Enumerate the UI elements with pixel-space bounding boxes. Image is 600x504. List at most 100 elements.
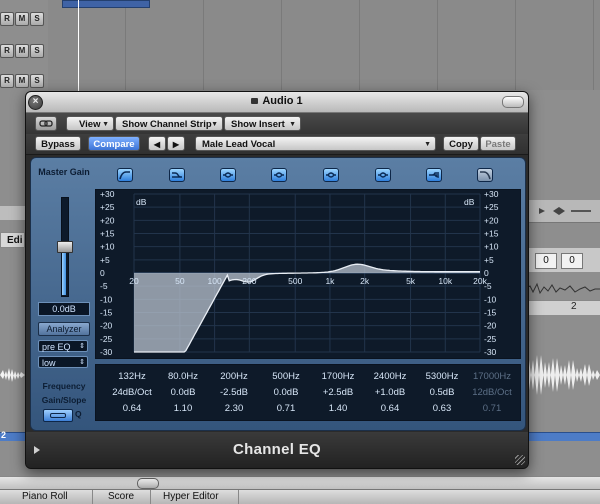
- band-1-toggle[interactable]: [117, 168, 133, 182]
- band-1-q-value[interactable]: 0.64: [108, 403, 156, 414]
- toolbar-toggle-button[interactable]: [502, 96, 524, 108]
- solo-button[interactable]: S: [30, 74, 44, 88]
- band-8-toggle[interactable]: [477, 168, 493, 182]
- show-channel-strip-menu[interactable]: Show Channel Strip ▼: [115, 116, 223, 131]
- freq-tick-label: 200: [242, 276, 256, 286]
- audio-region[interactable]: [62, 0, 150, 8]
- solo-button[interactable]: S: [30, 12, 44, 26]
- record-button[interactable]: R: [0, 44, 14, 58]
- track-header: R M S: [0, 12, 48, 30]
- band-2-gain-value[interactable]: 0.0dB: [159, 387, 207, 398]
- band-3-toggle[interactable]: [220, 168, 236, 182]
- scrollbar-thumb[interactable]: [137, 478, 159, 489]
- band-6-freq-value[interactable]: 2400Hz: [366, 371, 414, 382]
- q-couple-button[interactable]: [43, 409, 73, 422]
- resize-handle-icon[interactable]: [515, 455, 525, 465]
- edit-menu[interactable]: Edi: [0, 232, 25, 248]
- horizontal-scrollbar[interactable]: [0, 476, 600, 490]
- dropdown-arrow-icon: ▼: [289, 121, 296, 128]
- frequency-row-label: Frequency: [42, 381, 86, 391]
- band-7-freq-value[interactable]: 5300Hz: [418, 371, 466, 382]
- db-tick-label: -30: [100, 347, 113, 357]
- editor-tool-icons[interactable]: [525, 200, 600, 222]
- counter-field[interactable]: 0: [561, 253, 583, 269]
- editor-tabs: Piano Roll Score Hyper Editor: [0, 489, 600, 504]
- eq-graph-canvas[interactable]: +30+25+20+15+10+50-5-10-15-20-25-30 +30+…: [96, 190, 520, 358]
- playhead-line[interactable]: [78, 0, 79, 92]
- counter-field[interactable]: 0: [535, 253, 557, 269]
- band-4-q-value[interactable]: 0.71: [262, 403, 310, 414]
- band-3-q-value[interactable]: 2.30: [210, 403, 258, 414]
- db-tick-label: +5: [484, 255, 494, 265]
- view-menu[interactable]: View ▼: [66, 116, 114, 131]
- tab-hyper-editor[interactable]: Hyper Editor: [163, 491, 219, 503]
- record-button[interactable]: R: [0, 74, 14, 88]
- db-tick-label: -10: [484, 294, 497, 304]
- bypass-button[interactable]: Bypass: [35, 136, 81, 151]
- analyzer-mode-select[interactable]: pre EQ ⇕: [38, 340, 88, 352]
- bell-icon: [274, 172, 284, 178]
- link-icon: [39, 120, 53, 127]
- analyzer-button[interactable]: Analyzer: [38, 322, 90, 336]
- band-4-toggle[interactable]: [271, 168, 287, 182]
- previous-preset-button[interactable]: ◀: [148, 136, 166, 151]
- mute-button[interactable]: M: [15, 12, 29, 26]
- band-2-q-value[interactable]: 1.10: [159, 403, 207, 414]
- show-insert-menu[interactable]: Show Insert ▼: [224, 116, 301, 131]
- bell-icon: [326, 172, 336, 178]
- db-tick-label: -25: [100, 334, 113, 344]
- db-tick-label: -15: [100, 308, 113, 318]
- band-7-gain-value[interactable]: 0.5dB: [418, 387, 466, 398]
- band-7-toggle[interactable]: [426, 168, 442, 182]
- band-6-toggle[interactable]: [375, 168, 391, 182]
- record-button[interactable]: R: [0, 12, 14, 26]
- band-3-freq-value[interactable]: 200Hz: [210, 371, 258, 382]
- band-2-freq-value[interactable]: 80.0Hz: [159, 371, 207, 382]
- db-tick-label: +5: [100, 255, 110, 265]
- bar-number: 2: [1, 430, 7, 440]
- band-1-freq-value[interactable]: 132Hz: [108, 371, 156, 382]
- band-8-q-value[interactable]: 0.71: [468, 403, 516, 414]
- band-4-gain-value[interactable]: 0.0dB: [262, 387, 310, 398]
- master-gain-value[interactable]: 0.0dB: [38, 302, 90, 316]
- freq-tick-label: 2k: [360, 276, 370, 286]
- band-8-gain-value[interactable]: 12dB/Oct: [468, 387, 516, 398]
- band-2-toggle[interactable]: [169, 168, 185, 182]
- copy-button[interactable]: Copy: [443, 136, 479, 151]
- mute-button[interactable]: M: [15, 74, 29, 88]
- mute-button[interactable]: M: [15, 44, 29, 58]
- db-tick-label: -20: [100, 321, 113, 331]
- band-4-freq-value[interactable]: 500Hz: [262, 371, 310, 382]
- view-label: View: [79, 119, 101, 130]
- band-6-q-value[interactable]: 0.64: [366, 403, 414, 414]
- band-3-gain-value[interactable]: -2.5dB: [210, 387, 258, 398]
- master-gain-fader-handle[interactable]: [57, 241, 73, 253]
- db-tick-label: +25: [484, 202, 499, 212]
- eq-graph[interactable]: +30 +25 +20 +15 +10 +5 0 -5 -10 -15 -20 -25 -30 +30 +…: [95, 189, 521, 359]
- db-tick-label: -10: [100, 294, 113, 304]
- window-titlebar[interactable]: × Audio 1: [26, 92, 528, 113]
- next-preset-button[interactable]: ▶: [167, 136, 185, 151]
- tab-piano-roll[interactable]: Piano Roll: [22, 491, 68, 503]
- db-tick-label: 0: [100, 268, 105, 278]
- track-header: R M S: [0, 44, 48, 62]
- band-1-gain-value[interactable]: 24dB/Oct: [108, 387, 156, 398]
- db-label-left: dB: [136, 197, 147, 207]
- tab-score[interactable]: Score: [108, 491, 134, 503]
- db-tick-label: +10: [100, 242, 115, 252]
- paste-button[interactable]: Paste: [480, 136, 516, 151]
- band-6-gain-value[interactable]: +1.0dB: [366, 387, 414, 398]
- band-5-q-value[interactable]: 1.40: [314, 403, 362, 414]
- freq-tick-label: 5k: [406, 276, 416, 286]
- band-7-q-value[interactable]: 0.63: [418, 403, 466, 414]
- preset-menu[interactable]: Male Lead Vocal ▼: [195, 136, 436, 151]
- link-button[interactable]: [35, 116, 57, 131]
- band-8-freq-value[interactable]: 17000Hz: [468, 371, 516, 382]
- right-arrow-icon: ▶: [172, 140, 180, 149]
- band-5-freq-value[interactable]: 1700Hz: [314, 371, 362, 382]
- analyzer-resolution-select[interactable]: low ⇕: [38, 356, 88, 368]
- band-5-gain-value[interactable]: +2.5dB: [314, 387, 362, 398]
- solo-button[interactable]: S: [30, 44, 44, 58]
- compare-button[interactable]: Compare: [88, 136, 140, 151]
- band-5-toggle[interactable]: [323, 168, 339, 182]
